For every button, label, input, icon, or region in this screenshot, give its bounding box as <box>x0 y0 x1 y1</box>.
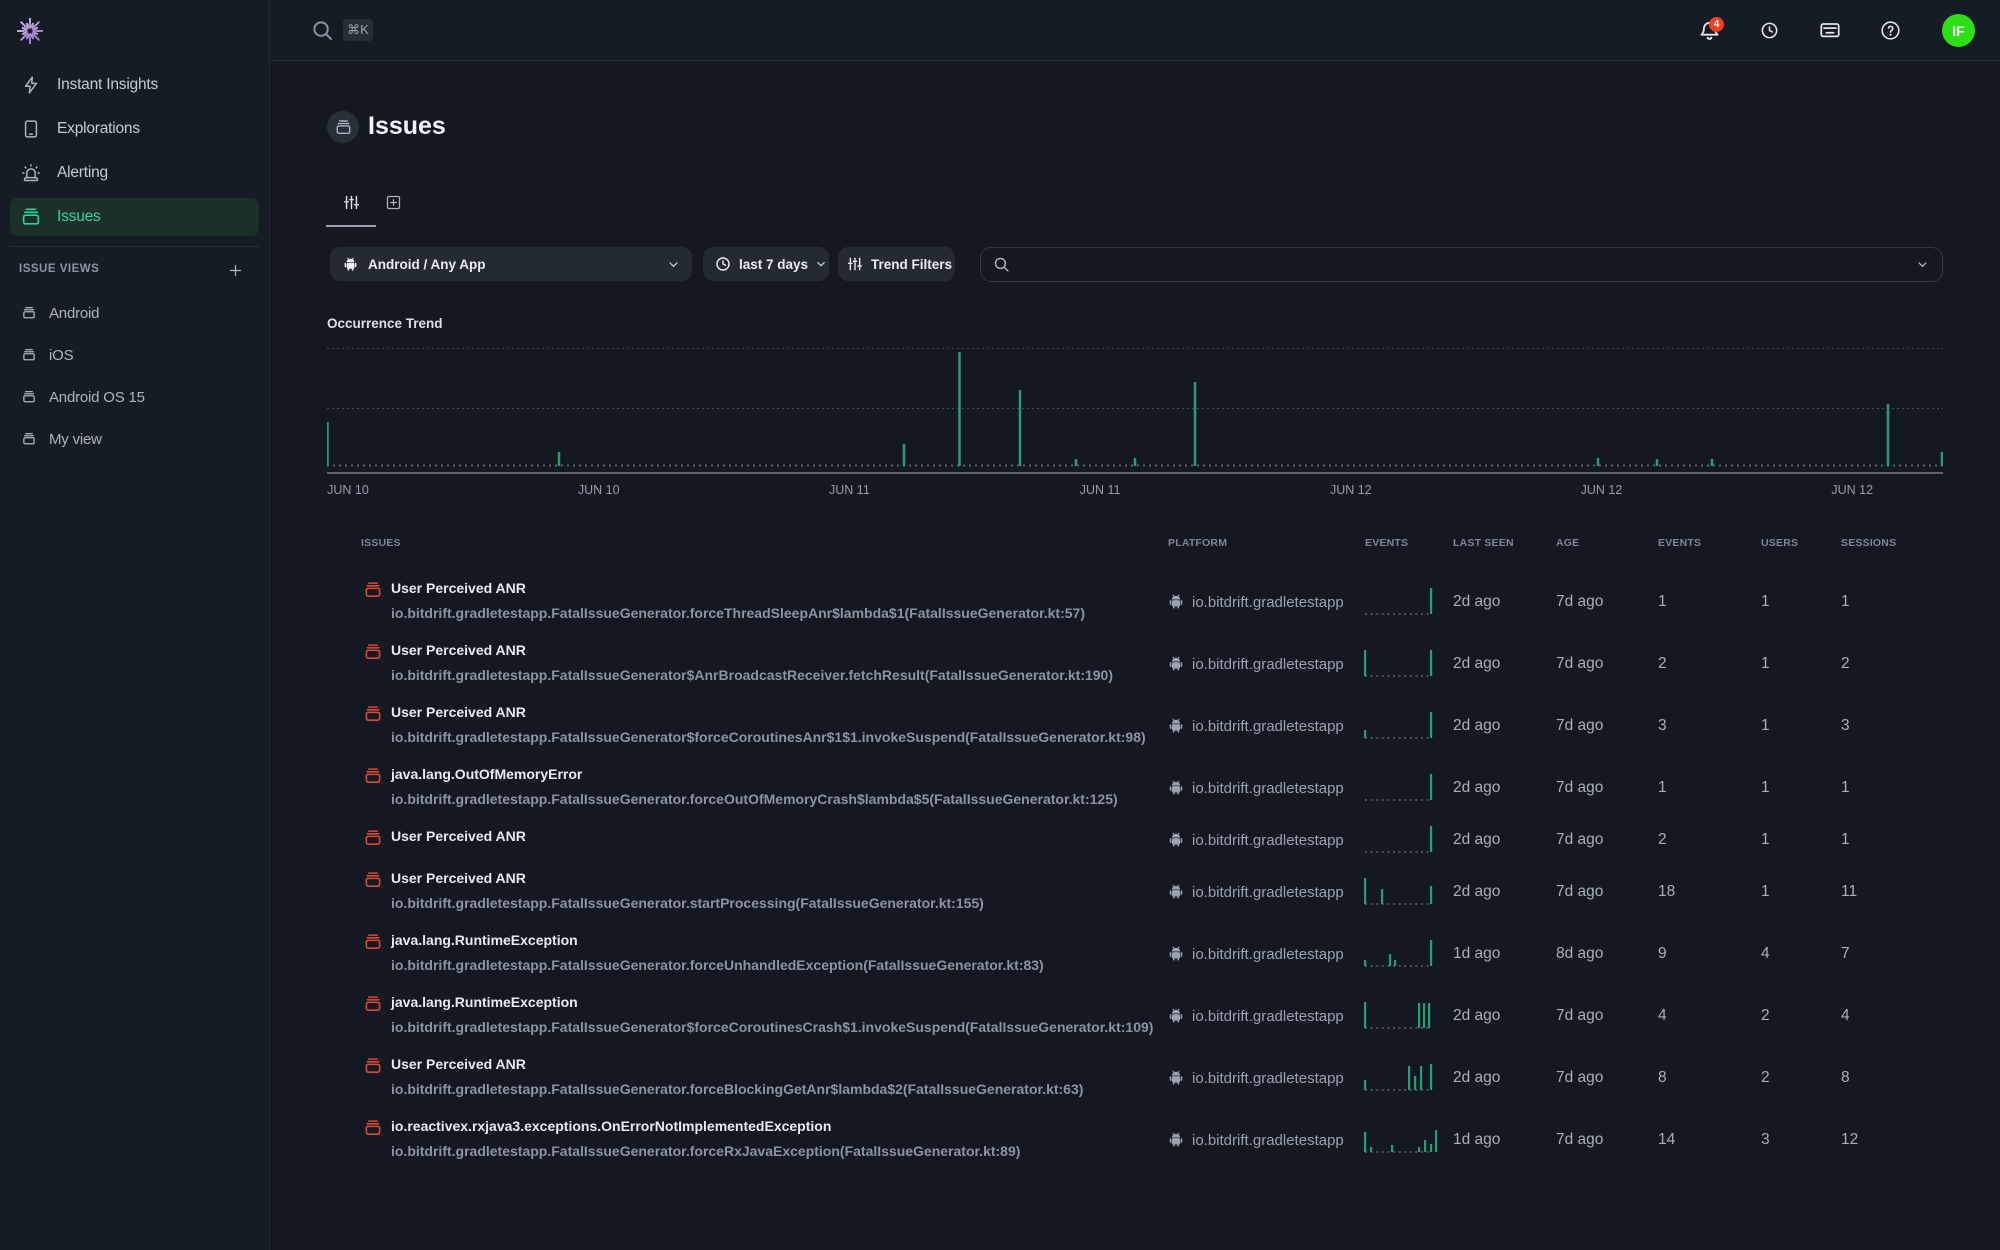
svg-text:JUN 11: JUN 11 <box>829 483 870 497</box>
svg-text:JUN 11: JUN 11 <box>1080 483 1121 497</box>
svg-text:JUN 12: JUN 12 <box>1581 483 1623 497</box>
svg-text:JUN 10: JUN 10 <box>327 483 369 497</box>
svg-text:JUN 10: JUN 10 <box>578 483 620 497</box>
svg-text:JUN 12: JUN 12 <box>1831 483 1873 497</box>
svg-text:JUN 12: JUN 12 <box>1330 483 1372 497</box>
